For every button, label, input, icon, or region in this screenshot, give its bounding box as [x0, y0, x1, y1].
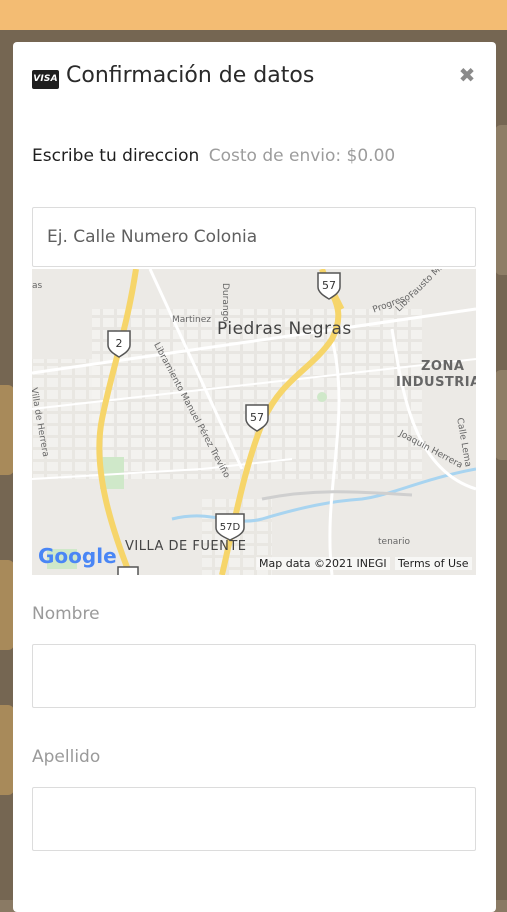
map-zone-label-2: INDUSTRIA: [396, 375, 476, 390]
google-logo: Google: [38, 544, 117, 568]
map-city-label: Piedras Negras: [217, 319, 352, 339]
map-terms-link[interactable]: Terms of Use: [395, 557, 472, 570]
nombre-label: Nombre: [32, 604, 100, 624]
background-card: [0, 560, 14, 650]
app-header-bar: [0, 0, 507, 30]
background-card: [495, 125, 507, 275]
background-card: [0, 705, 14, 795]
apellido-label: Apellido: [32, 747, 101, 767]
map-street-martinez: Martinez: [172, 315, 211, 325]
data-confirmation-modal: VISA Confirmación de datos ✖ Escribe tu …: [13, 42, 496, 912]
map-graphic: 2 57 57 57D: [32, 269, 476, 575]
nombre-input[interactable]: [32, 644, 476, 708]
route-shield-bottom: [117, 566, 139, 575]
svg-text:57: 57: [322, 279, 336, 292]
svg-text:57D: 57D: [220, 522, 241, 533]
map-zone-label-1: ZONA: [421, 359, 465, 374]
svg-text:57: 57: [250, 411, 264, 424]
map-street-durango: Durango: [220, 283, 230, 322]
address-input[interactable]: [32, 207, 476, 267]
map-attribution: Map data ©2021 INEGI: [256, 557, 390, 570]
map-street-as: as: [32, 281, 43, 291]
background-card: [495, 370, 507, 460]
map-street-tenario: tenario: [378, 537, 410, 547]
modal-header: VISA Confirmación de datos ✖: [13, 42, 496, 120]
address-label: Escribe tu direccion: [32, 146, 200, 166]
background-card: [0, 385, 14, 475]
close-button[interactable]: ✖: [456, 64, 478, 86]
modal-title: Confirmación de datos: [66, 63, 315, 88]
svg-text:2: 2: [116, 337, 123, 350]
map-district-label: VILLA DE FUENTE: [125, 539, 247, 554]
apellido-input[interactable]: [32, 787, 476, 851]
shipping-cost: Costo de envio: $0.00: [208, 146, 396, 166]
visa-card-icon: VISA: [32, 70, 59, 89]
map-view[interactable]: 2 57 57 57D Piedras Negras VILLA DE FUEN…: [32, 269, 476, 575]
address-heading: Escribe tu direccion Costo de envio: $0.…: [32, 146, 395, 166]
